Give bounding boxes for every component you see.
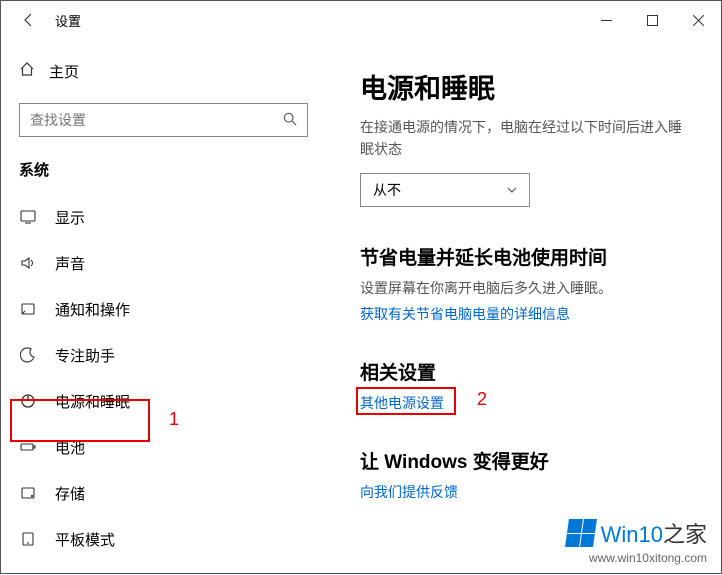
sidebar-home-label: 主页 (49, 61, 79, 82)
sidebar-item-label: 显示 (55, 207, 85, 228)
sound-icon (19, 255, 37, 271)
sidebar-item-label: 通知和操作 (55, 299, 130, 320)
sidebar-item-label: 平板模式 (55, 529, 115, 550)
save-power-heading: 节省电量并延长电池使用时间 (360, 243, 687, 270)
sidebar-item-focus[interactable]: 专注助手 (1, 332, 326, 378)
chevron-down-icon (507, 184, 517, 196)
sidebar-item-storage[interactable]: 存储 (1, 470, 326, 516)
other-power-settings-link[interactable]: 其他电源设置 (360, 393, 444, 413)
maximize-button[interactable] (629, 1, 675, 39)
page-heading: 电源和睡眠 (360, 67, 687, 106)
sidebar-item-sound[interactable]: 声音 (1, 240, 326, 286)
moon-icon (19, 347, 37, 363)
home-icon (19, 61, 35, 81)
titlebar: 设置 (1, 1, 721, 39)
save-power-sub: 设置屏幕在你离开电脑后多久进入睡眠。 (360, 278, 687, 298)
window-controls (583, 1, 721, 39)
window-title: 设置 (55, 11, 81, 30)
sidebar-item-label: 电池 (55, 437, 85, 458)
annotation-number-1: 1 (169, 409, 179, 430)
watermark-brand: Win10之家 (601, 517, 707, 549)
sidebar-item-label: 声音 (55, 253, 85, 274)
sidebar-item-battery[interactable]: 电池 (1, 424, 326, 470)
sidebar-item-label: 专注助手 (55, 345, 115, 366)
dropdown-value: 从不 (373, 180, 401, 200)
battery-icon (19, 439, 37, 455)
tablet-icon (19, 531, 37, 547)
windows-logo-icon (565, 519, 597, 547)
sleep-description: 在接通电源的情况下，电脑在经过以下时间后进入睡眠状态 (360, 116, 687, 161)
sidebar-item-display[interactable]: 显示 (1, 194, 326, 240)
search-icon (283, 112, 297, 129)
storage-icon (19, 485, 37, 501)
back-button[interactable] (9, 1, 49, 39)
watermark: Win10之家 www.win10xitong.com (567, 517, 707, 565)
sidebar-item-power[interactable]: 电源和睡眠 (1, 378, 326, 424)
sidebar: 主页 系统 显示 声音 通知和操作 专注助手 电源和睡眠 (1, 39, 326, 575)
annotation-number-2: 2 (477, 389, 487, 410)
feedback-link[interactable]: 向我们提供反馈 (360, 482, 458, 502)
better-heading: 让 Windows 变得更好 (360, 447, 687, 474)
related-heading: 相关设置 (360, 358, 687, 385)
sidebar-home[interactable]: 主页 (1, 51, 326, 91)
search-box[interactable] (19, 103, 308, 137)
sidebar-item-label: 电源和睡眠 (55, 391, 130, 412)
sidebar-item-tablet[interactable]: 平板模式 (1, 516, 326, 562)
close-button[interactable] (675, 1, 721, 39)
sleep-dropdown[interactable]: 从不 (360, 173, 530, 207)
search-input[interactable] (30, 112, 283, 128)
minimize-button[interactable] (583, 1, 629, 39)
watermark-url: www.win10xitong.com (567, 551, 707, 565)
sidebar-section-header: 系统 (1, 151, 326, 194)
notification-icon (19, 301, 37, 317)
save-power-link[interactable]: 获取有关节省电脑电量的详细信息 (360, 304, 570, 324)
main-panel: 电源和睡眠 在接通电源的情况下，电脑在经过以下时间后进入睡眠状态 从不 节省电量… (326, 39, 721, 575)
sidebar-item-label: 存储 (55, 483, 85, 504)
sidebar-item-notifications[interactable]: 通知和操作 (1, 286, 326, 332)
power-icon (19, 393, 37, 409)
display-icon (19, 209, 37, 225)
